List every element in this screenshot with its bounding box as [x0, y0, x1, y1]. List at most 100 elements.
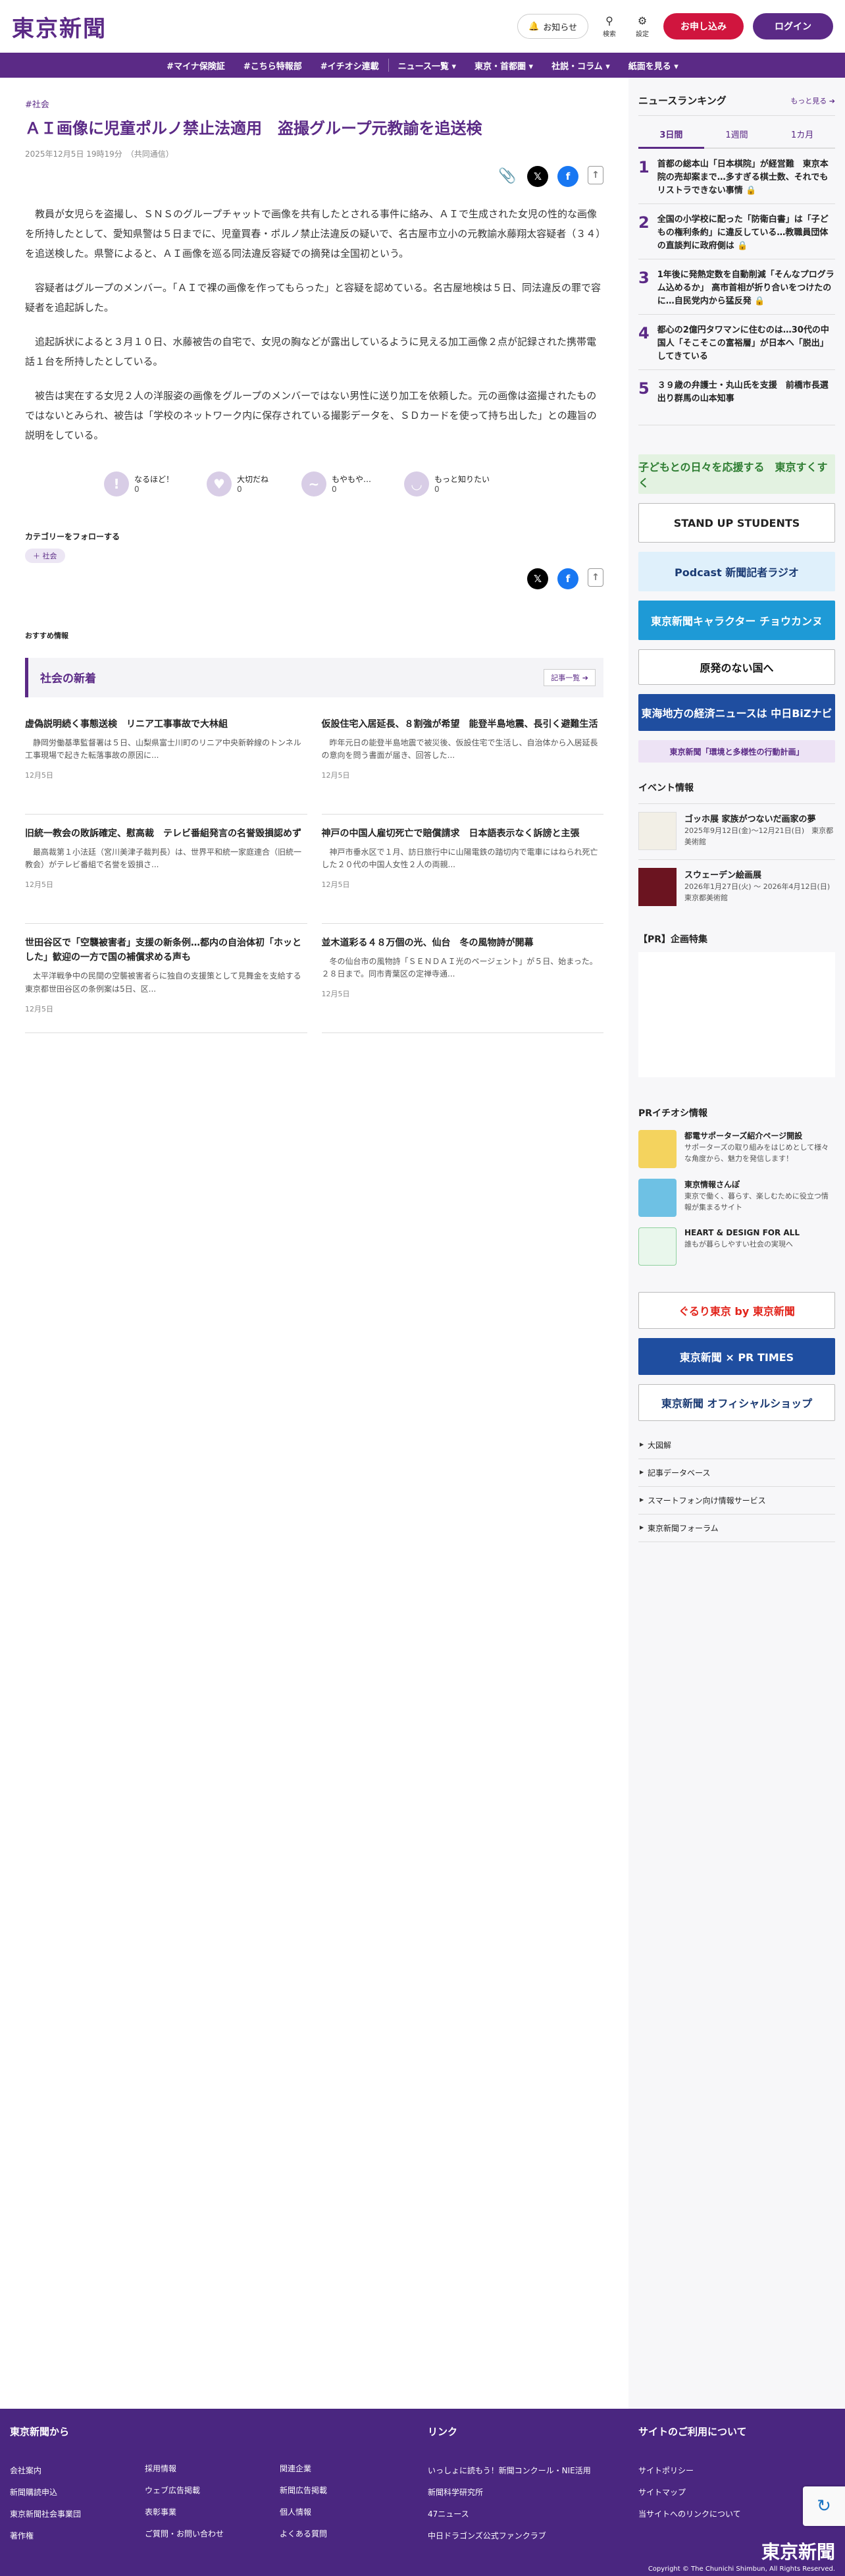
- banner-action-plan[interactable]: 東京新聞「環境と多様性の行動計画」: [638, 740, 835, 763]
- recaptcha-badge[interactable]: ↻: [803, 2486, 845, 2526]
- ranking-item[interactable]: 2 全国の小学校に配った「防衛白書」は「子どもの権利条約」に違反している…教職員団…: [638, 204, 835, 259]
- ranking-item[interactable]: 3 1年後に発熱定数を自動削減「そんなプログラム込めるか」 高市首相が折り合いをつ…: [638, 259, 835, 315]
- footer-link[interactable]: ウェブ広告掲載: [145, 2484, 280, 2496]
- event-thumbnail: [638, 868, 677, 906]
- nav-item-editorial[interactable]: 社説・コラム ▾: [542, 53, 619, 78]
- nav-item-myna[interactable]: #マイナ保険証: [157, 53, 234, 78]
- search-button[interactable]: ⚲ 検索: [598, 14, 621, 38]
- pr-title: 東京情報さんぽ: [684, 1180, 740, 1189]
- reaction-label: なるほど！: [134, 475, 174, 485]
- banner-chokanu[interactable]: 東京新聞キャラクター チョウカンヌ: [638, 601, 835, 640]
- event-item[interactable]: スウェーデン絵画展 2026年1月27日(火) ～ 2026年4月12日(日) 東…: [638, 859, 837, 906]
- footer-link[interactable]: 表彰事業: [145, 2506, 280, 2517]
- pr-item[interactable]: 東京情報さんぽ東京で働く、暮らす、楽しむために役立つ情報が集まるサイト: [638, 1179, 835, 1217]
- news-card[interactable]: 神戸の中国人雇切死亡で賠償請求 日本語表示なく訴謗と主張 神戸市垂水区で１月、訪…: [321, 815, 603, 924]
- share-icon[interactable]: ↑: [588, 568, 603, 587]
- news-date: 12月5日: [321, 880, 350, 890]
- banner-stand-up-students[interactable]: STAND UP STUDENTS: [638, 503, 835, 543]
- nav-item-tokyo[interactable]: 東京・首都圏 ▾: [465, 53, 542, 78]
- banner-bizunavi[interactable]: 東海地方の経済ニュースは 中日BiZナビ: [638, 694, 835, 731]
- footer-link[interactable]: 関連企業: [280, 2463, 428, 2474]
- rank-title: 全国の小学校に配った「防衛白書」は「子どもの権利条約」に違反している…教職員団体…: [657, 215, 829, 252]
- x-share-icon[interactable]: 𝕏: [527, 568, 548, 589]
- reaction-naruhodo[interactable]: ! なるほど！ 0: [104, 471, 174, 496]
- footer-link[interactable]: 会社案内: [10, 2465, 145, 2476]
- tab-3days[interactable]: 3日間: [638, 121, 704, 149]
- footer-link[interactable]: 採用情報: [145, 2463, 280, 2474]
- nav-item-tokuhobu[interactable]: #こちら特報部: [234, 53, 311, 78]
- nav-item-paper[interactable]: 紙面を見る ▾: [619, 53, 688, 78]
- footer-link[interactable]: 新聞科学研究所: [428, 2486, 638, 2498]
- reaction-label: 大切だね: [237, 475, 269, 485]
- sidebar: ニュースランキング もっと見る ➔ 3日間 1週間 1カ月 1 首都の総本山「日本…: [628, 78, 845, 2435]
- news-title: 世田谷区で「空襲被害者」支援の新条例…都内の自治体初「ホッとした」歓迎の一方で国…: [25, 937, 301, 963]
- side-link-database[interactable]: 記事データベース: [638, 1459, 835, 1487]
- footer-link[interactable]: 新聞広告掲載: [280, 2484, 428, 2496]
- ranking-more-link[interactable]: もっと見る ➔: [790, 95, 835, 106]
- news-card[interactable]: 旧統一教会の敗訴確定、慰高裁 テレビ番組発言の名誉毀損認めず 最高裁第１小法廷（…: [25, 815, 307, 924]
- footer-link[interactable]: サイトポリシー: [638, 2465, 816, 2476]
- pr-item[interactable]: 都電サポーターズ紹介ページ開設 サポーターズの取り組みをはじめとして様々な角度から…: [638, 1130, 835, 1168]
- settings-button[interactable]: ⚙ 設定: [630, 14, 654, 38]
- banner-sukusuku[interactable]: 子どもとの日々を応援する 東京すくすく: [638, 454, 835, 494]
- tab-1month[interactable]: 1カ月: [769, 121, 836, 149]
- facebook-share-icon[interactable]: f: [557, 568, 578, 589]
- recommend-label: おすすめ情報: [25, 631, 68, 640]
- pr-desc: 東京で働く、暮らす、楽しむために役立つ情報が集まるサイト: [684, 1192, 829, 1212]
- clip-icon[interactable]: 📎: [497, 166, 518, 187]
- footer-link[interactable]: 中日ドラゴンズ公式ファンクラブ: [428, 2530, 638, 2541]
- article-list-link[interactable]: 記事一覧 ➔: [544, 668, 596, 686]
- news-card[interactable]: 仮設住宅入居延長、８割強が希望 能登半島地震、長引く避難生活 昨年元日の能登半島…: [321, 705, 603, 815]
- nav-item-ichioshi[interactable]: #イチオシ連載: [311, 53, 388, 78]
- subscribe-button[interactable]: お申し込み: [663, 13, 744, 40]
- reaction-count: 0: [237, 485, 242, 495]
- footer-link[interactable]: 東京新聞社会事業団: [10, 2508, 145, 2519]
- tab-1week[interactable]: 1週間: [704, 121, 770, 149]
- banner-shop[interactable]: 東京新聞 オフィシャルショップ: [638, 1384, 835, 1421]
- news-card[interactable]: 並木道彩る４８万個の光、仙台 冬の風物詩が開幕 冬の仙台市の風物詩「ＳＥＮＤＡＩ…: [321, 924, 603, 1033]
- banner-prtimes[interactable]: 東京新聞 × PR TIMES: [638, 1338, 835, 1375]
- recaptcha-icon: ↻: [817, 2496, 831, 2516]
- follow-category-button[interactable]: ＋ 社会: [25, 548, 65, 563]
- reaction-motto[interactable]: ◡ もっと知りたい 0: [404, 471, 490, 496]
- side-link-forum[interactable]: 東京新聞フォーラム: [638, 1515, 835, 1542]
- x-share-icon[interactable]: 𝕏: [527, 165, 548, 187]
- banner-gururi[interactable]: ぐるり東京 by 東京新聞: [638, 1292, 835, 1329]
- news-date: 12月5日: [321, 990, 350, 999]
- news-card[interactable]: 世田谷区で「空襲被害者」支援の新条例…都内の自治体初「ホッとした」歓迎の一方で国…: [25, 924, 307, 1033]
- footer-link[interactable]: よくある質問: [280, 2528, 428, 2539]
- footer-link[interactable]: 47ニュース: [428, 2508, 638, 2519]
- banner-genpatsu[interactable]: 原発のない国へ: [638, 649, 835, 685]
- nav-item-news-list[interactable]: ニュース一覧 ▾: [389, 53, 465, 78]
- footer-link[interactable]: 個人情報: [280, 2506, 428, 2517]
- reaction-taisetsu[interactable]: ♥ 大切だね 0: [207, 471, 269, 496]
- reaction-label: もやもや…: [332, 475, 372, 485]
- ranking-item[interactable]: 1 首都の総本山「日本棋院」が経営難 東京本院の売却案まで…多すぎる棋士数、それで…: [638, 149, 835, 204]
- event-item[interactable]: ゴッホ展 家族がつないだ画家の夢 2025年9月12日(金)～12月21日(日) …: [638, 803, 835, 850]
- banner-podcast[interactable]: Podcast 新聞記者ラジオ: [638, 552, 835, 591]
- ranking-item[interactable]: 4 都心の2億円タワマンに住むのは…30代の中国人「そこそこの富裕層」が日本へ「脱…: [638, 315, 835, 370]
- side-link-smartphone[interactable]: スマートフォン向け情報サービス: [638, 1487, 835, 1515]
- news-title: 仮設住宅入居延長、８割強が希望 能登半島地震、長引く避難生活: [321, 718, 598, 730]
- share-bar: 📎 𝕏 f ↑: [25, 165, 603, 187]
- footer-column: . 採用情報 ウェブ広告掲載 表彰事業 ご質問・お問い合わせ: [145, 2425, 280, 2552]
- footer-link[interactable]: いっしょに読もう！新聞コンクール・NIE活用: [428, 2465, 638, 2476]
- footer-link[interactable]: ご質問・お問い合わせ: [145, 2528, 280, 2539]
- login-button[interactable]: ログイン: [753, 13, 833, 40]
- ranking-item[interactable]: 5 ３９歳の弁護士・丸山氏を支援 前橋市長選出り群馬の山本知事: [638, 370, 835, 425]
- footer-link[interactable]: 当サイトへのリンクについて: [638, 2508, 816, 2519]
- footer-link[interactable]: サイトマップ: [638, 2486, 816, 2498]
- facebook-share-icon[interactable]: f: [557, 165, 578, 187]
- rank-number: 3: [638, 269, 650, 287]
- reaction-moyamoya[interactable]: ∼ もやもや… 0: [301, 471, 371, 496]
- reaction-count: 0: [332, 485, 337, 495]
- pr-item[interactable]: HEART & DESIGN FOR ALL 誰もが暮らしやすい社会の実現へ: [638, 1227, 835, 1266]
- category-tag[interactable]: #社会: [25, 100, 49, 110]
- side-link-zukai[interactable]: 大図解: [638, 1432, 835, 1459]
- share-icon[interactable]: ↑: [588, 165, 603, 184]
- site-logo[interactable]: 東京新聞: [12, 11, 107, 43]
- footer-link[interactable]: 新聞購読申込: [10, 2486, 145, 2498]
- news-card[interactable]: 虚偽説明続く事態送検 リニア工事事故で大林組 静岡労働基準監督署は５日、山梨県富…: [25, 705, 307, 815]
- footer-link[interactable]: 著作権: [10, 2530, 145, 2541]
- notice-button[interactable]: 🔔 お知らせ: [517, 14, 588, 39]
